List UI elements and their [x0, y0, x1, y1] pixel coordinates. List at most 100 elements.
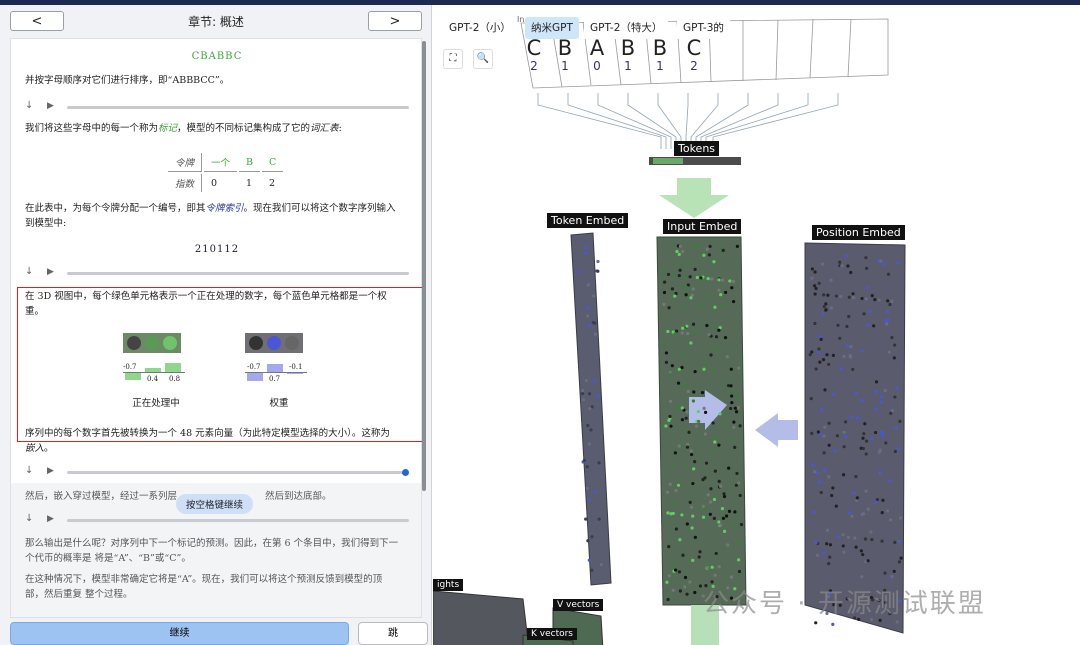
matrix-cell: [814, 367, 818, 371]
step-progress-track[interactable]: [67, 469, 409, 476]
matrix-cell: [730, 401, 734, 405]
tab-gpt2-small[interactable]: GPT-2（小）: [443, 17, 517, 39]
matrix-cell: [681, 326, 685, 330]
matrix-cell: [841, 533, 845, 537]
play-icon[interactable]: ▶: [47, 514, 54, 524]
paragraph-output: 那么输出是什么呢？对序列中下一个标记的预测。因此，在第 6 个条目中，我们得到下…: [25, 536, 415, 566]
matrix-cell: [860, 575, 864, 579]
matrix-cell: [727, 466, 731, 470]
step-down-icon[interactable]: ↓: [25, 100, 33, 111]
processing-label: 正在处理中: [132, 398, 180, 409]
model-3d-view[interactable]: GPT-2（小） In 纳米GPT GPT-2（特大） GPT-3的 ⛶ 🔍 C…: [433, 5, 1080, 645]
progress-handle[interactable]: [402, 469, 409, 476]
vocab-cell: 0: [211, 177, 218, 189]
matrix-cell: [831, 486, 835, 490]
matrix-cell: [677, 273, 681, 278]
matrix-cell: [859, 549, 863, 553]
k-vectors-label: K vectors: [527, 628, 577, 640]
next-chapter-button[interactable]: >: [368, 11, 422, 31]
continue-hint: 按空格键继续: [176, 494, 254, 514]
matrix-cell: [675, 249, 679, 254]
matrix-cell: [813, 270, 817, 274]
matrix-cell: [861, 552, 865, 557]
play-icon[interactable]: ▶: [47, 466, 54, 476]
matrix-cell: [586, 539, 590, 543]
matrix-cell: [705, 565, 710, 570]
matrix-cell: [713, 469, 717, 473]
matrix-cell: [662, 290, 667, 295]
matrix-cell: [599, 562, 604, 567]
matrix-cell: [667, 306, 671, 310]
matrix-cell: [692, 332, 697, 336]
matrix-cell: [668, 399, 673, 403]
matrix-cell: [673, 451, 677, 455]
text: 在此表中，为每个令牌分配一个编号，即其: [25, 203, 206, 214]
matrix-cell: [674, 273, 678, 277]
skip-button[interactable]: 跳: [358, 622, 428, 645]
play-icon[interactable]: ▶: [47, 101, 54, 111]
matrix-cell: [717, 520, 721, 524]
matrix-cell: [738, 493, 742, 498]
matrix-cell: [839, 294, 843, 299]
matrix-cell: [897, 560, 902, 564]
matrix-cell: [844, 435, 848, 439]
matrix-cell: [596, 393, 600, 398]
matrix-cell: [864, 439, 869, 443]
matrix-cell: [738, 424, 742, 428]
matrix-cell: [723, 336, 728, 340]
matrix-cell: [685, 522, 689, 526]
matrix-cell: [680, 513, 684, 517]
matrix-cell: [849, 270, 853, 275]
matrix-cell: [874, 407, 878, 411]
step-down-icon[interactable]: ↓: [25, 465, 33, 476]
matrix-cell: [737, 569, 742, 574]
matrix-cell: [703, 476, 707, 480]
matrix-cell: [672, 501, 676, 506]
matrix-cell: [713, 573, 717, 577]
left-arrow-icon: [755, 413, 798, 447]
scrollbar[interactable]: [422, 41, 426, 491]
step-down-icon[interactable]: ↓: [25, 266, 33, 277]
step-down-icon[interactable]: ↓: [25, 513, 33, 524]
matrix-cell: [860, 349, 864, 353]
matrix-cell: [597, 517, 601, 521]
tab-gpt3[interactable]: GPT-3的: [677, 17, 730, 39]
matrix-cell: [817, 350, 821, 354]
value-label: -0.1: [289, 363, 303, 371]
matrix-cell: [670, 464, 674, 469]
matrix-cell: [708, 244, 712, 248]
matrix-cell: [735, 471, 739, 476]
matrix-cell: [669, 372, 673, 376]
matrix-cell: [889, 411, 893, 415]
matrix-cell: [704, 461, 709, 465]
matrix-cell: [851, 296, 856, 300]
play-icon[interactable]: ▶: [47, 267, 54, 277]
matrix-cell: [809, 397, 813, 401]
matrix-cell: [731, 279, 736, 283]
matrix-cell: [688, 580, 692, 584]
processing-sample: [123, 333, 181, 353]
matrix-cell: [719, 484, 723, 488]
step-progress-track[interactable]: [67, 519, 409, 522]
fullscreen-icon[interactable]: ⛶: [443, 49, 463, 69]
axis-line: [123, 372, 185, 373]
matrix-cell: [705, 323, 709, 328]
matrix-cell: [817, 480, 821, 485]
matrix-cell: [691, 322, 696, 326]
search-icon[interactable]: 🔍: [473, 49, 493, 69]
matrix-cell: [862, 432, 866, 436]
matrix-cell: [723, 290, 728, 295]
step-progress-track[interactable]: [67, 272, 409, 275]
matrix-cell: [677, 570, 682, 574]
matrix-cell: [683, 384, 687, 388]
matrix-cell: [693, 369, 697, 374]
matrix-cell: [688, 275, 692, 279]
matrix-cell: [689, 452, 694, 457]
token-cell: A0: [585, 37, 609, 73]
step-progress-track[interactable]: [67, 106, 409, 109]
matrix-cell: [699, 304, 703, 308]
continue-button[interactable]: 继续: [10, 622, 349, 645]
matrix-cell: [817, 281, 821, 285]
matrix-cell: [707, 332, 711, 337]
matrix-cell: [834, 504, 838, 508]
